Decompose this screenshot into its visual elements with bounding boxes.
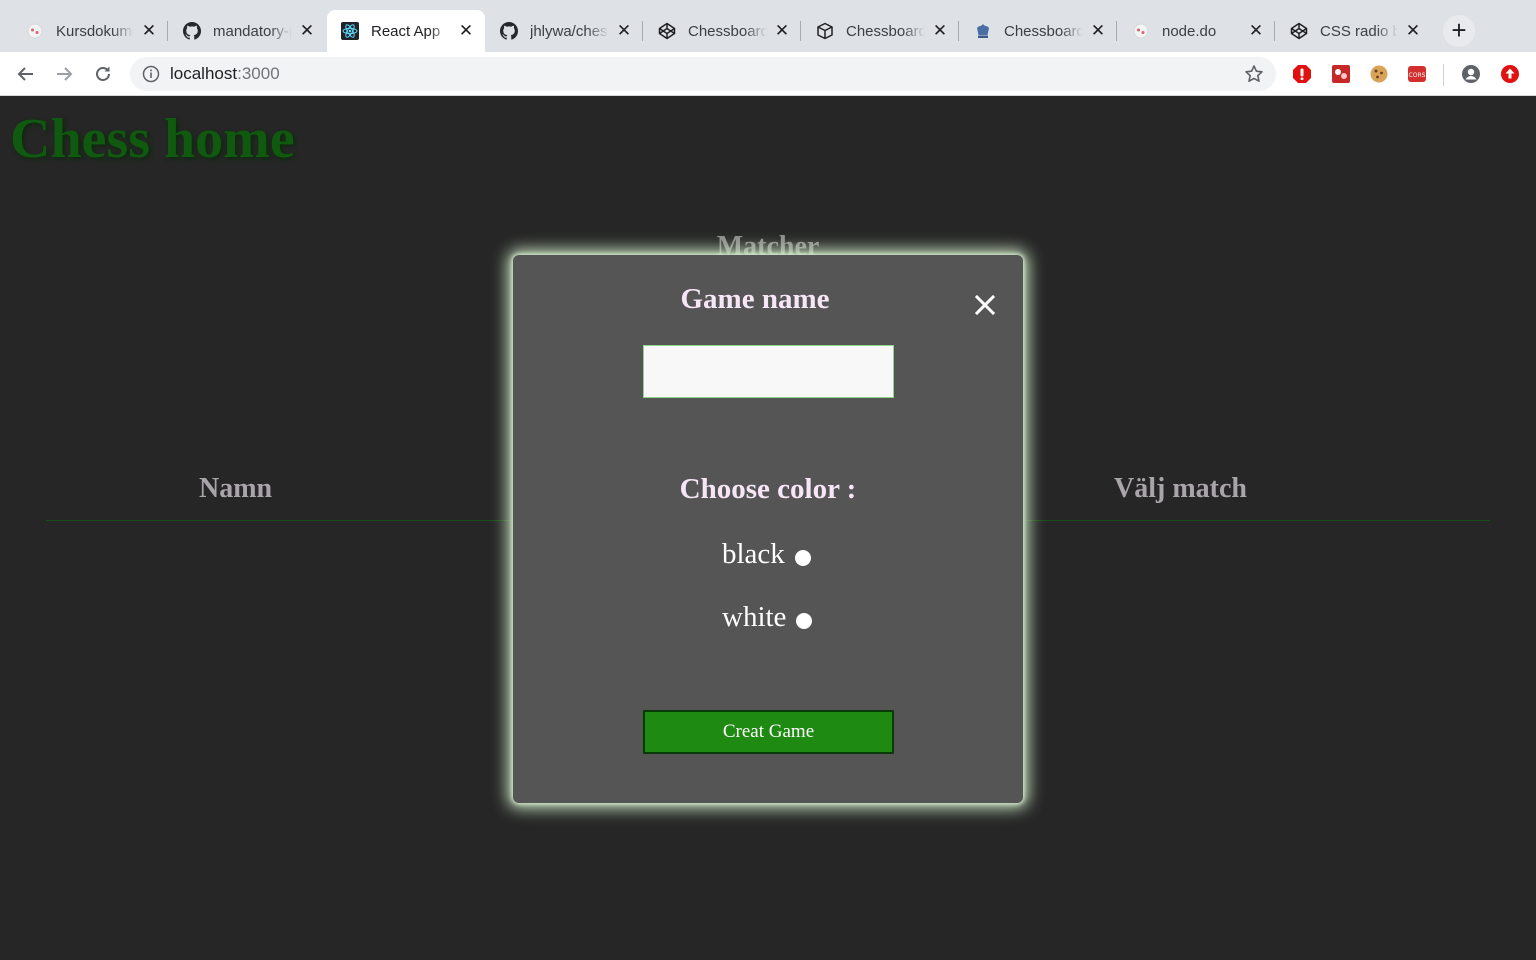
- column-header-choose-match: Välj match: [1114, 473, 1247, 504]
- modal-title: Game name: [680, 283, 830, 315]
- close-tab-icon[interactable]: ✕: [1247, 21, 1265, 41]
- tab-title: Chessboard: [846, 22, 925, 40]
- cookie-extension-icon[interactable]: [1369, 64, 1389, 84]
- radio-black[interactable]: [794, 550, 811, 566]
- chess-favicon-icon: [974, 22, 992, 40]
- browser-tab-kursdokument[interactable]: Kursdokume ✕: [12, 10, 168, 52]
- tab-separator: [1274, 21, 1275, 41]
- ball-favicon-icon: [1132, 22, 1150, 40]
- tab-separator: [642, 21, 643, 41]
- svg-text:CORS: CORS: [1409, 72, 1426, 79]
- close-tab-icon[interactable]: ✕: [773, 21, 791, 41]
- column-header-name: Namn: [199, 473, 273, 504]
- codepen-favicon-icon: [1290, 22, 1308, 40]
- arrow-left-icon: [17, 67, 33, 81]
- tab-title: node.do: [1162, 22, 1241, 40]
- browser-tab-react-app[interactable]: React App ✕: [327, 10, 485, 52]
- github-favicon-icon: [500, 22, 518, 40]
- close-tab-icon[interactable]: ✕: [457, 21, 475, 41]
- color-option-white[interactable]: white: [722, 599, 813, 635]
- url-host: localhost: [170, 64, 238, 83]
- tab-title: CSS radio b: [1320, 22, 1398, 40]
- close-tab-icon[interactable]: ✕: [1089, 21, 1107, 41]
- color-option-black[interactable]: black: [722, 536, 811, 572]
- react-favicon-icon: [341, 22, 359, 40]
- toolbar-divider: [1443, 64, 1444, 86]
- tab-title: React App: [371, 22, 451, 40]
- create-game-button[interactable]: Creat Game: [643, 710, 894, 754]
- browser-toolbar: localhost:3000 CORS: [0, 52, 1536, 96]
- browser-tab-jhlywa-chess[interactable]: jhlywa/chess ✕: [486, 10, 643, 52]
- reload-button[interactable]: [89, 60, 117, 88]
- close-tab-icon[interactable]: ✕: [615, 21, 633, 41]
- codepen-favicon-icon: [816, 22, 834, 40]
- browser-tab-chessboard-3[interactable]: Chessboard ✕: [960, 10, 1117, 52]
- address-bar[interactable]: localhost:3000: [130, 57, 1276, 91]
- choose-color-label: Choose color :: [679, 473, 857, 505]
- arrow-right-icon: [57, 67, 73, 81]
- radio-white[interactable]: [796, 613, 813, 629]
- close-tab-icon[interactable]: ✕: [298, 21, 316, 41]
- tab-separator: [167, 21, 168, 41]
- tab-title: mandatory-p: [213, 22, 292, 40]
- color-option-label: white: [722, 600, 787, 633]
- close-modal-button[interactable]: [971, 291, 999, 319]
- update-extension-icon[interactable]: [1500, 64, 1520, 84]
- back-button[interactable]: [12, 60, 40, 88]
- browser-tab-node-do[interactable]: node.do ✕: [1118, 10, 1275, 52]
- browser-tab-chessboard-1[interactable]: Chessboard ✕: [644, 10, 801, 52]
- new-tab-button[interactable]: +: [1443, 15, 1475, 47]
- tab-title: Chessboard: [1004, 22, 1083, 40]
- tab-title: Kursdokume: [56, 22, 134, 40]
- ball-favicon-icon: [26, 22, 44, 40]
- url-text: localhost:3000: [170, 64, 280, 84]
- cors-extension-icon[interactable]: CORS: [1407, 64, 1427, 84]
- reload-icon: [96, 66, 110, 81]
- tab-title: jhlywa/chess: [530, 22, 609, 40]
- browser-tab-css-radio[interactable]: CSS radio b ✕: [1276, 10, 1432, 52]
- tab-separator: [958, 21, 959, 41]
- profile-avatar-icon[interactable]: [1461, 64, 1481, 84]
- close-tab-icon[interactable]: ✕: [1404, 21, 1422, 41]
- codepen-favicon-icon: [658, 22, 676, 40]
- browser-tab-strip: Kursdokume ✕ mandatory-p ✕ React App ✕ j…: [0, 0, 1536, 52]
- puzzle-extension-icon[interactable]: [1331, 64, 1351, 84]
- info-icon[interactable]: [142, 65, 160, 83]
- create-game-modal: Game name Choose color : black white Cre…: [513, 255, 1023, 803]
- tab-title: Chessboard: [688, 22, 767, 40]
- browser-tab-mandatory[interactable]: mandatory-p ✕: [169, 10, 326, 52]
- page-title: Chess home: [10, 108, 295, 170]
- tab-separator: [800, 21, 801, 41]
- close-tab-icon[interactable]: ✕: [931, 21, 949, 41]
- tab-separator: [1116, 21, 1117, 41]
- github-favicon-icon: [183, 22, 201, 40]
- browser-tab-chessboard-2[interactable]: Chessboard ✕: [802, 10, 959, 52]
- close-tab-icon[interactable]: ✕: [140, 21, 158, 41]
- bookmark-star-icon[interactable]: [1244, 64, 1264, 84]
- forward-button[interactable]: [50, 60, 78, 88]
- game-name-input[interactable]: [643, 345, 894, 398]
- adblock-extension-icon[interactable]: [1292, 64, 1312, 84]
- close-icon: [974, 294, 996, 316]
- url-port: :3000: [237, 64, 280, 83]
- color-option-label: black: [722, 537, 785, 570]
